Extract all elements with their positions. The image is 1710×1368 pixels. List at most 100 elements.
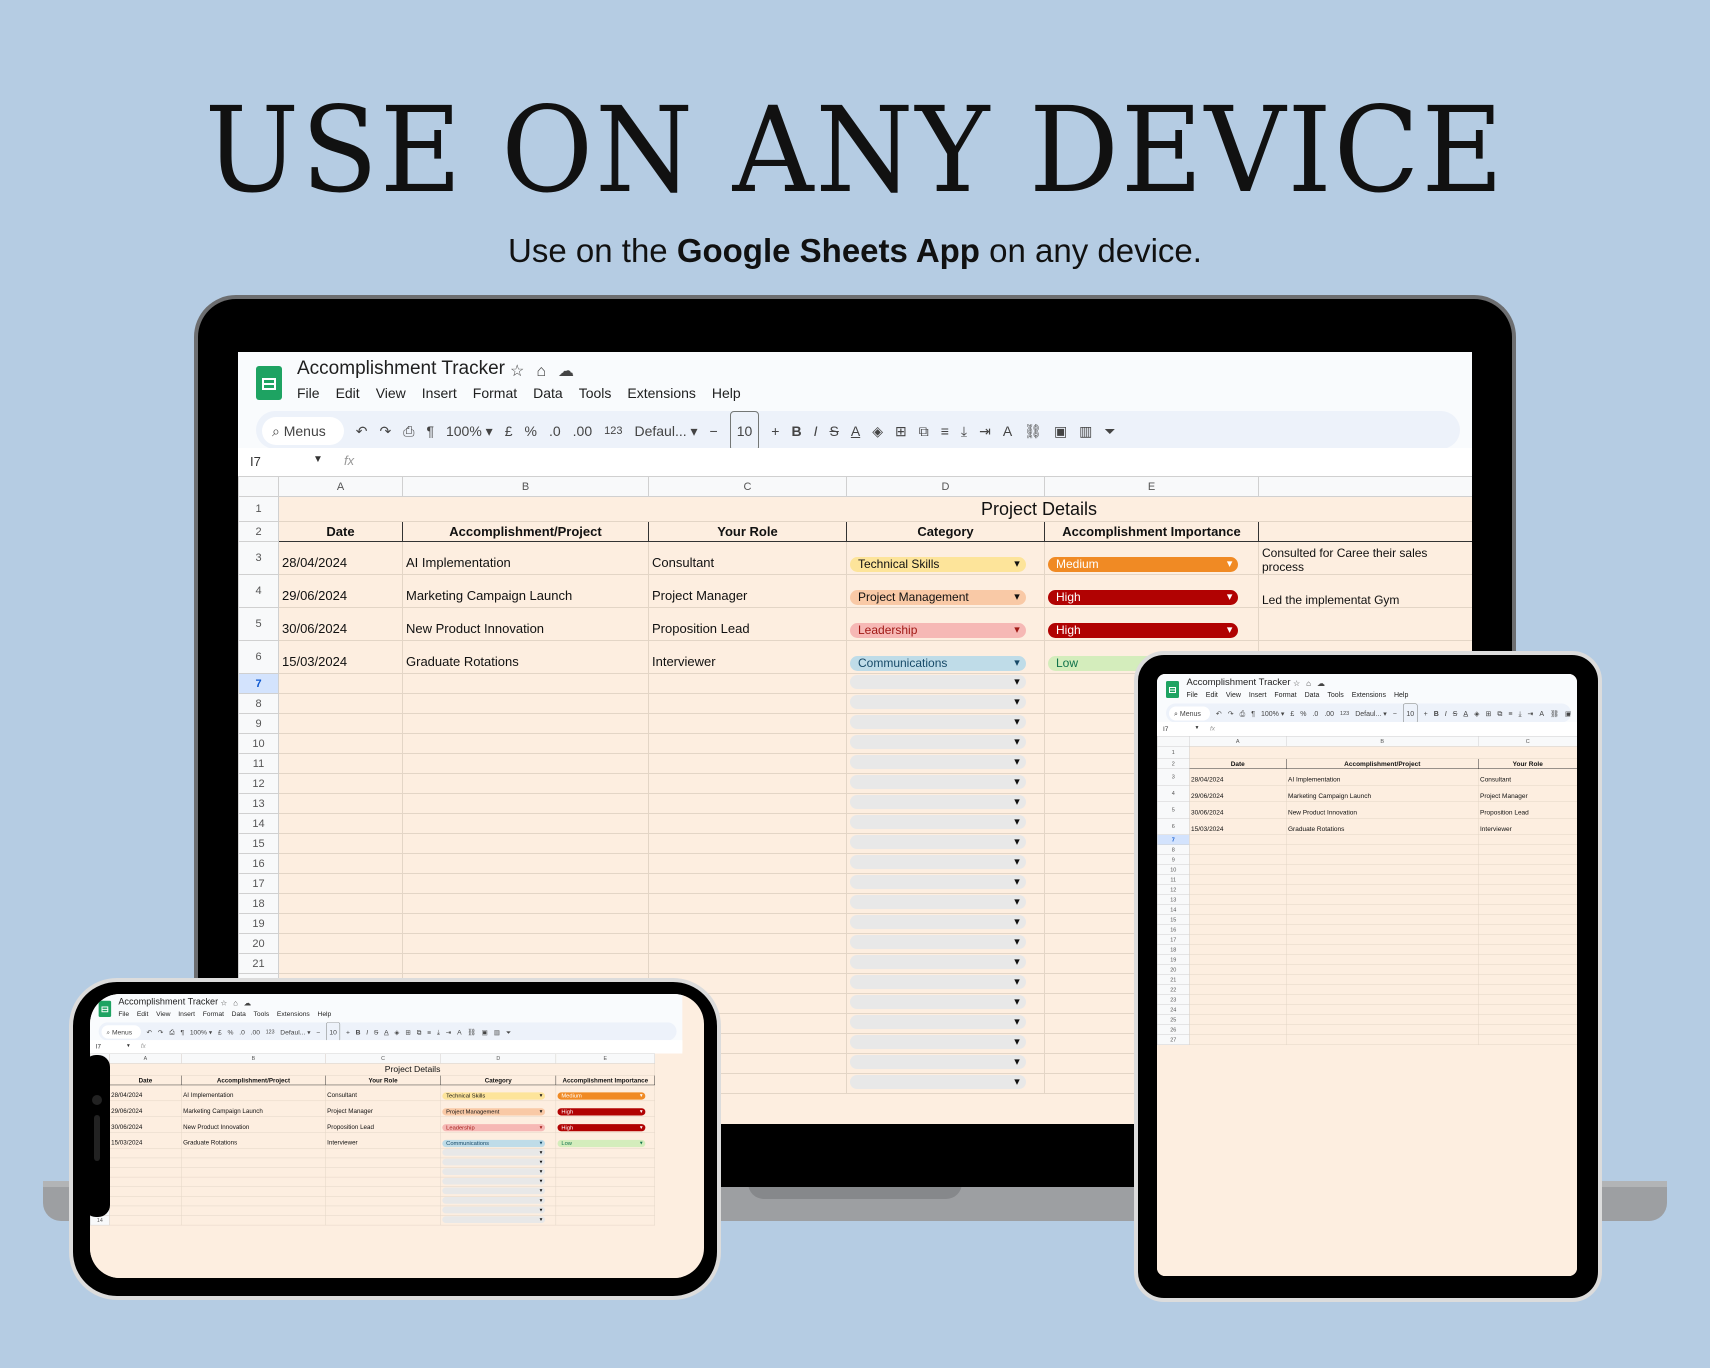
empty-cell[interactable] (648, 813, 847, 834)
date-cell[interactable]: 29/06/2024 (1189, 785, 1287, 802)
column-header[interactable]: B (402, 476, 649, 497)
importance-cell[interactable]: High (555, 1116, 655, 1133)
project-cell[interactable]: Marketing Campaign Launch (402, 574, 649, 608)
row-number[interactable]: 13 (1157, 894, 1190, 905)
paint-format-icon[interactable]: ¶ (426, 412, 434, 449)
category-dropdown[interactable] (850, 795, 1026, 810)
category-cell[interactable] (440, 1148, 557, 1159)
category-cell[interactable] (846, 913, 1045, 934)
empty-cell[interactable] (648, 773, 847, 794)
empty-cell[interactable] (325, 1167, 441, 1178)
empty-cell[interactable] (1478, 964, 1577, 975)
link-icon[interactable]: ⛓ (1550, 704, 1559, 723)
project-cell[interactable]: Graduate Rotations (1286, 818, 1479, 835)
empty-cell[interactable] (648, 833, 847, 854)
section-title[interactable]: Project Details (109, 1063, 655, 1076)
empty-cell[interactable] (278, 813, 403, 834)
empty-cell[interactable] (1478, 944, 1577, 955)
empty-cell[interactable] (402, 933, 649, 954)
percent-button[interactable]: % (1300, 704, 1306, 723)
empty-cell[interactable] (1286, 854, 1479, 865)
row-number[interactable]: 22 (1157, 984, 1190, 995)
row-number[interactable]: 16 (238, 853, 279, 874)
empty-cell[interactable] (402, 773, 649, 794)
empty-cell[interactable] (278, 913, 403, 934)
menu-item[interactable]: Edit (137, 1010, 149, 1018)
empty-cell[interactable] (109, 1215, 182, 1226)
category-dropdown[interactable] (850, 735, 1026, 750)
category-cell[interactable] (846, 753, 1045, 774)
sheets-logo-icon[interactable] (98, 1000, 112, 1018)
horizontal-align-icon[interactable]: ≡ (1508, 704, 1512, 723)
comment-icon[interactable]: ▣ (1054, 412, 1067, 449)
redo-icon[interactable]: ↷ (380, 412, 392, 449)
empty-cell[interactable] (278, 853, 403, 874)
row-number[interactable]: 6 (238, 640, 279, 674)
row-number[interactable]: 7 (1157, 834, 1190, 845)
empty-cell[interactable] (648, 853, 847, 874)
menu-item[interactable]: Help (712, 385, 741, 401)
empty-cell[interactable] (1478, 854, 1577, 865)
empty-cell[interactable] (181, 1186, 326, 1197)
name-box[interactable]: I7 (250, 454, 261, 469)
chart-icon[interactable]: ▥ (1079, 412, 1092, 449)
percent-button[interactable]: % (228, 1023, 234, 1041)
column-header[interactable]: D (846, 476, 1045, 497)
empty-cell[interactable] (648, 733, 847, 754)
row-number[interactable]: 2 (238, 521, 279, 542)
menu-item[interactable]: Data (533, 385, 563, 401)
section-title-cell[interactable] (1189, 746, 1577, 759)
paint-format-icon[interactable]: ¶ (1251, 704, 1255, 723)
category-cell[interactable] (846, 813, 1045, 834)
category-cell[interactable] (846, 893, 1045, 914)
role-cell[interactable]: Consultant (1478, 768, 1577, 786)
row-number[interactable]: 2 (1157, 758, 1190, 769)
row-number[interactable]: 14 (90, 1215, 110, 1226)
empty-cell[interactable] (109, 1205, 182, 1216)
empty-cell[interactable] (1189, 834, 1287, 845)
borders-icon[interactable]: ⊞ (1485, 704, 1491, 723)
project-cell[interactable]: AI Implementation (181, 1084, 326, 1102)
empty-cell[interactable] (1478, 1024, 1577, 1035)
menu-item[interactable]: Tools (254, 1010, 270, 1018)
category-dropdown[interactable] (850, 915, 1026, 930)
empty-cell[interactable] (402, 913, 649, 934)
empty-cell[interactable] (109, 1157, 182, 1168)
menu-item[interactable]: Data (232, 1010, 246, 1018)
empty-cell[interactable] (1286, 934, 1479, 945)
empty-cell[interactable] (278, 673, 403, 694)
empty-cell[interactable] (1478, 984, 1577, 995)
empty-cell[interactable] (1189, 964, 1287, 975)
empty-cell[interactable] (1189, 954, 1287, 965)
empty-cell[interactable] (1286, 1034, 1479, 1045)
empty-cell[interactable] (402, 813, 649, 834)
bold-icon[interactable]: B (356, 1023, 361, 1041)
project-cell[interactable]: Graduate Rotations (402, 640, 649, 674)
empty-cell[interactable] (1189, 944, 1287, 955)
row-number[interactable]: 15 (1157, 914, 1190, 925)
menu-item[interactable]: Insert (1249, 691, 1267, 699)
increase-decimal-button[interactable]: .00 (1324, 704, 1334, 723)
document-title[interactable]: Accomplishment Tracker (1187, 677, 1291, 688)
row-number[interactable]: 13 (238, 793, 279, 814)
empty-cell[interactable] (278, 793, 403, 814)
menu-item[interactable]: Format (203, 1010, 224, 1018)
print-icon[interactable]: ⎙ (403, 412, 414, 449)
importance-cell[interactable]: Low (555, 1132, 655, 1149)
category-cell[interactable] (440, 1176, 557, 1187)
row-number[interactable]: 12 (238, 773, 279, 794)
print-icon[interactable]: ⎙ (169, 1023, 174, 1041)
importance-chip[interactable]: Low (557, 1139, 646, 1148)
empty-cell[interactable] (1286, 1014, 1479, 1025)
empty-cell[interactable] (555, 1148, 655, 1159)
empty-cell[interactable] (402, 873, 649, 894)
column-title[interactable]: Your Role (1478, 758, 1577, 769)
move-folder-icon[interactable]: ⌂ (1306, 680, 1317, 689)
empty-cell[interactable] (1478, 884, 1577, 895)
empty-cell[interactable] (325, 1215, 441, 1226)
empty-cell[interactable] (648, 673, 847, 694)
star-icon[interactable]: ☆ (1293, 680, 1306, 689)
category-cell[interactable] (846, 793, 1045, 814)
borders-icon[interactable]: ⊞ (895, 412, 907, 449)
empty-cell[interactable] (1189, 1014, 1287, 1025)
